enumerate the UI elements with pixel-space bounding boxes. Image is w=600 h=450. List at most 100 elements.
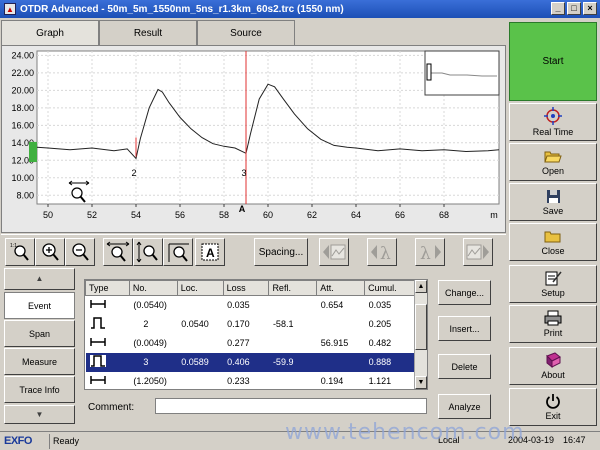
span-segment-icon bbox=[89, 376, 106, 384]
table-row[interactable]: (1.2050) 0.233 0.194 1.121 bbox=[86, 372, 415, 390]
col-att[interactable]: Att. bbox=[316, 280, 366, 296]
print-button[interactable]: Print bbox=[509, 305, 597, 343]
change-button[interactable]: Change... bbox=[438, 280, 491, 305]
chevron-down-icon: ▼ bbox=[35, 409, 44, 419]
cell-loss: 0.170 bbox=[227, 319, 250, 329]
chevron-up-icon: ▲ bbox=[35, 274, 44, 283]
previous-trace-button[interactable] bbox=[319, 238, 349, 266]
setup-button[interactable]: Setup bbox=[509, 265, 597, 303]
scroll-down-arrow-icon[interactable]: ▼ bbox=[415, 376, 427, 389]
start-button[interactable]: Start bbox=[509, 22, 597, 101]
save-button[interactable]: Save bbox=[509, 183, 597, 221]
reflective-event-icon bbox=[90, 317, 105, 329]
col-no[interactable]: No. bbox=[128, 280, 178, 296]
open-button[interactable]: Open bbox=[509, 143, 597, 181]
next-wavelength-button[interactable]: λ bbox=[415, 238, 445, 266]
exfo-logo: EXFO bbox=[4, 435, 32, 447]
next-trace-button[interactable] bbox=[463, 238, 493, 266]
next-wavelength-icon: λ bbox=[420, 244, 441, 263]
x-tick-label: 68 bbox=[439, 210, 449, 220]
status-time: 16:47 bbox=[563, 435, 586, 445]
cell-refl: -59.9 bbox=[268, 352, 317, 372]
setup-label: Setup bbox=[541, 288, 565, 298]
delete-button[interactable]: Delete bbox=[438, 354, 491, 379]
window-controls: _ □ × bbox=[551, 2, 597, 15]
zoom-vertical-icon bbox=[136, 241, 158, 263]
realtime-target-icon bbox=[544, 107, 562, 125]
col-loss[interactable]: Loss bbox=[222, 280, 270, 296]
x-tick-label: 56 bbox=[175, 210, 185, 220]
previous-wavelength-button[interactable]: λ bbox=[367, 238, 397, 266]
status-divider bbox=[49, 433, 50, 449]
cell-no: 3 bbox=[129, 352, 178, 372]
close-file-button[interactable]: Close bbox=[509, 223, 597, 261]
cell-loss: 0.406 bbox=[223, 352, 269, 372]
y-tick-label: 16.00 bbox=[11, 120, 34, 130]
zoom-out-button[interactable] bbox=[65, 238, 95, 266]
x-tick-label: 64 bbox=[351, 210, 361, 220]
svg-text:λ: λ bbox=[380, 244, 391, 263]
table-row[interactable]: (0.0540) 0.035 0.654 0.035 bbox=[86, 296, 415, 315]
cell-refl bbox=[269, 334, 317, 353]
trace-graph-panel[interactable]: 24.00 22.00 20.00 18.00 16.00 14.00 12.00 10.00… bbox=[1, 45, 506, 233]
maximize-button[interactable]: □ bbox=[567, 2, 581, 15]
table-row-selected[interactable]: 3 0.0589 0.406 -59.9 0.888 bbox=[85, 352, 415, 372]
print-label: Print bbox=[543, 328, 563, 338]
otdr-app-window: ▲ OTDR Advanced - 50m_5m_1550nm_5ns_r1.3… bbox=[0, 0, 600, 450]
zoom-vertical-button[interactable] bbox=[133, 238, 163, 266]
about-button[interactable]: About bbox=[509, 347, 597, 385]
text-annotation-icon: A bbox=[201, 243, 219, 261]
table-row[interactable]: 2 0.0540 0.170 -58.1 0.205 bbox=[86, 315, 415, 334]
nav-scroll-down-button[interactable]: ▼ bbox=[4, 405, 75, 424]
y-tick-label: 18.00 bbox=[11, 103, 34, 113]
prev-wavelength-icon: λ bbox=[371, 244, 391, 263]
cell-loc: 0.0589 bbox=[177, 352, 224, 372]
comment-input[interactable] bbox=[155, 398, 427, 414]
events-table-container: Type No. Loc. Loss Refl. Att. Cumul. (0.… bbox=[84, 279, 428, 390]
cell-cumul: 0.888 bbox=[364, 352, 415, 372]
zoom-fit-icon: 1:1 bbox=[10, 243, 29, 261]
otdr-trace-chart[interactable]: 24.0022.0020.0018.0016.0014.0012.0010.00… bbox=[2, 46, 505, 232]
cell-loss: 0.233 bbox=[227, 376, 250, 386]
analyze-button[interactable]: Analyze bbox=[438, 394, 491, 419]
realtime-button[interactable]: Real Time bbox=[509, 103, 597, 141]
spacing-button[interactable]: Spacing... bbox=[254, 238, 308, 266]
tab-graph[interactable]: Graph bbox=[1, 20, 99, 45]
events-scrollbar[interactable]: ▲ ▼ bbox=[414, 280, 427, 389]
nav-item-trace-info[interactable]: Trace Info bbox=[4, 376, 75, 403]
scroll-thumb[interactable] bbox=[415, 304, 427, 350]
cell-att bbox=[317, 315, 365, 334]
col-cumul[interactable]: Cumul. bbox=[364, 280, 415, 296]
y-tick-label: 24.00 bbox=[11, 50, 34, 60]
close-window-button[interactable]: × bbox=[583, 2, 597, 15]
scroll-up-arrow-icon[interactable]: ▲ bbox=[415, 280, 427, 293]
folder-close-icon bbox=[544, 231, 561, 242]
cell-cumul: 1.121 bbox=[368, 376, 392, 386]
zoom-horizontal-button[interactable] bbox=[103, 238, 133, 266]
zoom-in-button[interactable] bbox=[35, 238, 65, 266]
x-tick-label: 60 bbox=[263, 210, 273, 220]
nav-scroll-up-button[interactable]: ▲ bbox=[4, 268, 75, 290]
zoom-both-button[interactable] bbox=[163, 238, 193, 266]
next-trace-icon bbox=[466, 244, 489, 260]
col-refl[interactable]: Refl. bbox=[268, 280, 318, 296]
level-marker[interactable] bbox=[29, 141, 37, 163]
marker-a-label: A bbox=[239, 204, 246, 214]
x-tick-label: 50 bbox=[43, 210, 53, 220]
nav-item-span[interactable]: Span bbox=[4, 320, 75, 347]
cell-loss: 0.277 bbox=[227, 338, 250, 348]
table-row[interactable]: (0.0049) 0.277 56.915 0.482 bbox=[86, 334, 415, 353]
nav-item-measure[interactable]: Measure bbox=[4, 348, 75, 375]
x-tick-label: 54 bbox=[131, 210, 141, 220]
nav-item-event[interactable]: Event bbox=[4, 292, 75, 319]
tab-source[interactable]: Source bbox=[197, 20, 295, 45]
tab-result[interactable]: Result bbox=[99, 20, 197, 45]
insert-button[interactable]: Insert... bbox=[438, 316, 491, 341]
cell-loc bbox=[177, 334, 223, 353]
col-loc[interactable]: Loc. bbox=[176, 280, 224, 296]
zoom-fit-button[interactable]: 1:1 bbox=[5, 238, 35, 266]
col-type[interactable]: Type bbox=[85, 280, 130, 296]
floppy-disk-icon bbox=[546, 189, 560, 203]
text-annotation-button[interactable]: A bbox=[195, 238, 225, 266]
minimize-button[interactable]: _ bbox=[551, 2, 565, 15]
